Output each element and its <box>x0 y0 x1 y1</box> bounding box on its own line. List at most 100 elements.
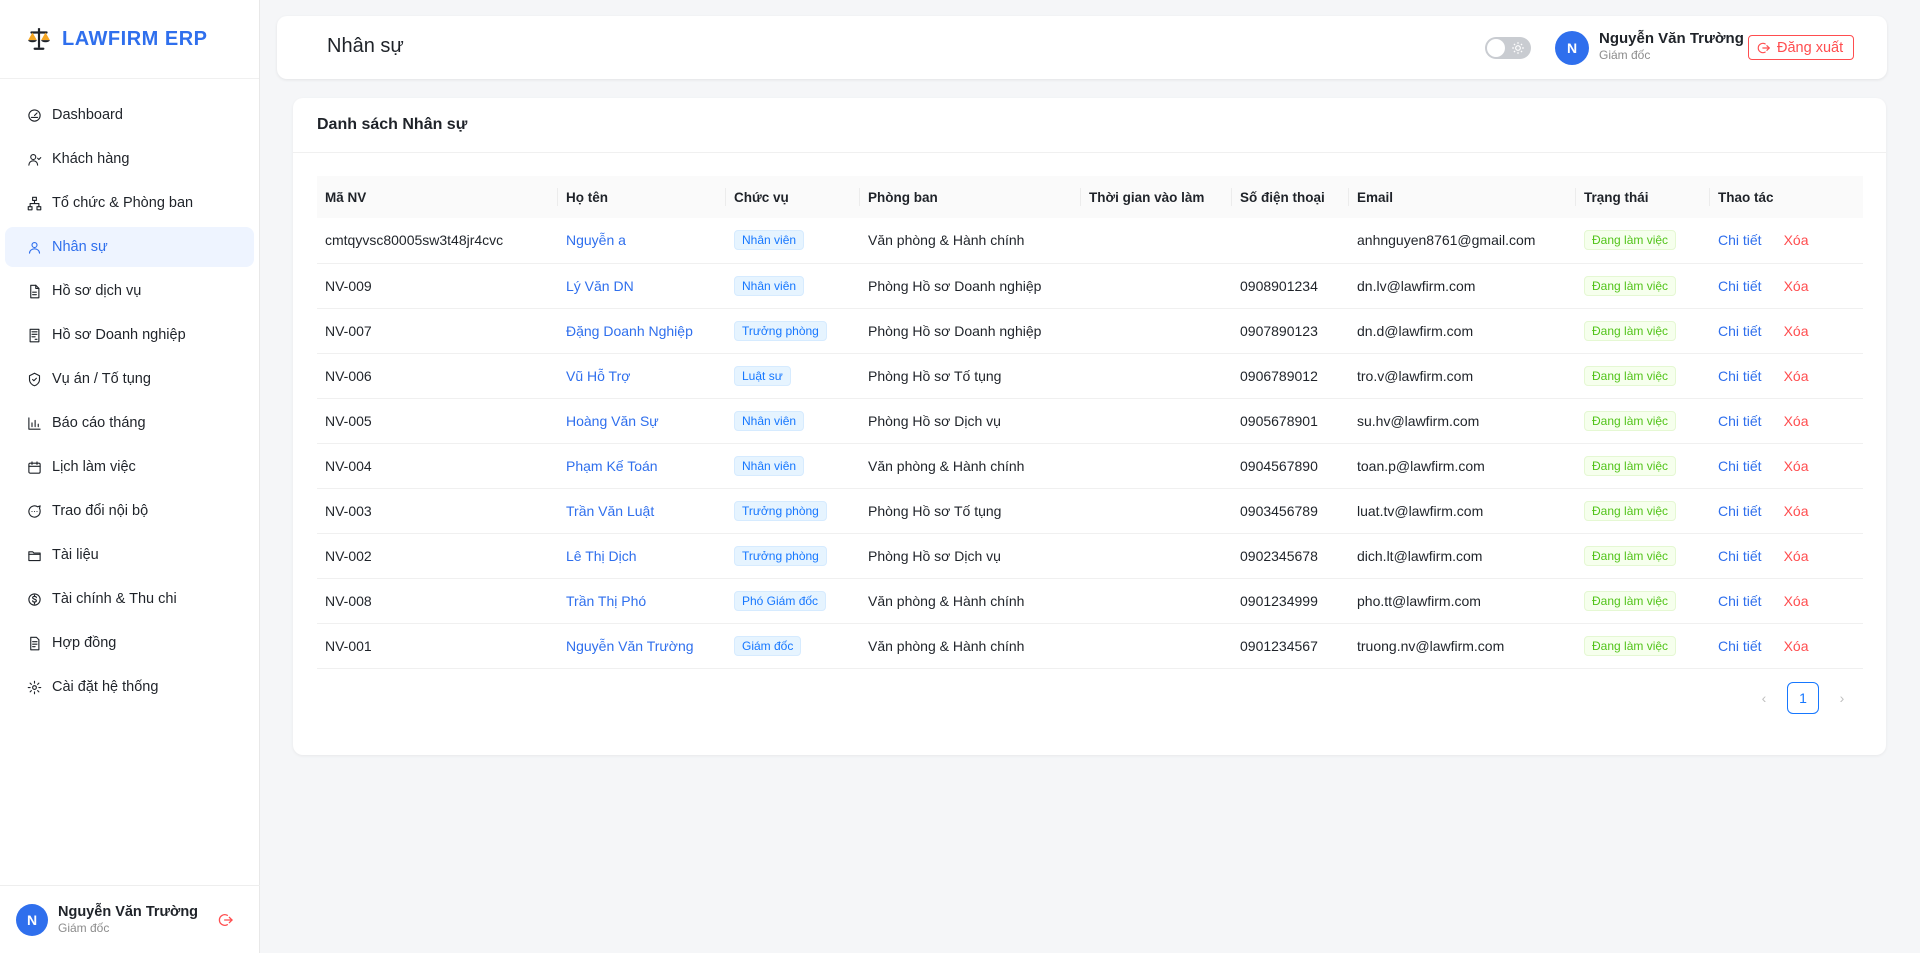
employee-name-link[interactable]: Trần Thị Phó <box>566 593 646 609</box>
start-date <box>1081 623 1232 668</box>
start-date <box>1081 218 1232 263</box>
column-header: Phòng ban <box>860 176 1081 218</box>
delete-link[interactable]: Xóa <box>1784 413 1809 429</box>
employee-name-link[interactable]: Trần Văn Luật <box>566 503 654 519</box>
delete-link[interactable]: Xóa <box>1784 278 1809 294</box>
sidebar-item[interactable]: Tài chính & Thu chi <box>5 579 254 619</box>
sidebar-item[interactable]: Lịch làm việc <box>5 447 254 487</box>
header-avatar[interactable]: N <box>1555 31 1589 65</box>
department: Phòng Hồ sơ Dịch vụ <box>868 547 1001 564</box>
sidebar-item-label: Khách hàng <box>52 151 130 167</box>
phone: 0904567890 <box>1240 457 1318 474</box>
delete-link[interactable]: Xóa <box>1784 593 1809 609</box>
employee-name-link[interactable]: Nguyễn Văn Trường <box>566 638 694 654</box>
header-user-role: Giám đốc <box>1599 48 1651 62</box>
column-header-label: Thời gian vào làm <box>1089 189 1205 205</box>
detail-link[interactable]: Chi tiết <box>1718 503 1762 519</box>
table-row: NV-004 Phạm Kế Toán Nhân viên Văn phòng & H… <box>317 443 1863 488</box>
detail-link[interactable]: Chi tiết <box>1718 413 1762 429</box>
sidebar-item[interactable]: Trao đổi nội bộ <box>5 491 254 531</box>
column-header-label: Mã NV <box>325 189 367 205</box>
employee-name-link[interactable]: Hoàng Văn Sự <box>566 413 659 429</box>
delete-link[interactable]: Xóa <box>1784 368 1809 384</box>
sidebar-item[interactable]: Khách hàng <box>5 139 254 179</box>
logout-icon[interactable] <box>218 912 234 928</box>
detail-link[interactable]: Chi tiết <box>1718 548 1762 564</box>
detail-link[interactable]: Chi tiết <box>1718 638 1762 654</box>
detail-link[interactable]: Chi tiết <box>1718 323 1762 339</box>
department: Phòng Hồ sơ Dịch vụ <box>868 412 1001 429</box>
email: su.hv@lawfirm.com <box>1357 412 1480 429</box>
detail-link[interactable]: Chi tiết <box>1718 593 1762 609</box>
email: dn.d@lawfirm.com <box>1357 322 1474 339</box>
dollar-icon <box>28 592 41 606</box>
delete-link[interactable]: Xóa <box>1784 548 1809 564</box>
sidebar-item[interactable]: Tổ chức & Phòng ban <box>5 183 254 223</box>
sidebar-item-label: Lịch làm việc <box>52 459 136 475</box>
sidebar-item[interactable]: Hồ sơ dịch vụ <box>5 271 254 311</box>
employee-name-link[interactable]: Nguyễn a <box>566 232 626 248</box>
page-number-button[interactable]: 1 <box>1787 682 1819 714</box>
status-badge: Đang làm việc <box>1584 545 1677 566</box>
position-tag: Trưởng phòng <box>734 545 827 566</box>
delete-link[interactable]: Xóa <box>1784 503 1809 519</box>
table-row: NV-009 Lý Văn DN Nhân viên Phòng Hồ sơ Doan… <box>317 263 1863 308</box>
employee-name-link[interactable]: Lê Thị Dịch <box>566 548 637 564</box>
email: dn.lv@lawfirm.com <box>1357 277 1476 294</box>
employee-name-link[interactable]: Phạm Kế Toán <box>566 458 658 474</box>
customers-icon <box>28 153 42 166</box>
position-tag: Nhân viên <box>734 410 805 431</box>
sidebar-item[interactable]: Dashboard <box>5 95 254 135</box>
sidebar-item[interactable]: Cài đặt hệ thống <box>5 667 254 707</box>
phone <box>1232 218 1349 263</box>
logout-button[interactable]: Đăng xuất <box>1748 35 1855 60</box>
email: anhnguyen8761@gmail.com <box>1357 232 1536 249</box>
employee-list-card: Danh sách Nhân sự Mã NV Họ tên Chức vụ Phòn… <box>293 98 1886 755</box>
pagination: ‹ 1 › <box>1749 682 1857 714</box>
theme-toggle[interactable] <box>1485 37 1531 59</box>
delete-link[interactable]: Xóa <box>1784 638 1809 654</box>
bar-chart-icon <box>28 416 41 430</box>
detail-link[interactable]: Chi tiết <box>1718 368 1762 384</box>
column-header-label: Phòng ban <box>868 189 938 205</box>
employee-id: NV-003 <box>325 502 372 519</box>
sidebar-item[interactable]: Báo cáo tháng <box>5 403 254 443</box>
sidebar-user-name: Nguyễn Văn Trường <box>58 904 199 920</box>
department: Phòng Hồ sơ Tố tụng <box>868 367 1002 384</box>
phone: 0901234567 <box>1240 637 1318 654</box>
detail-link[interactable]: Chi tiết <box>1718 278 1762 294</box>
position-tag: Trưởng phòng <box>734 320 827 341</box>
start-date <box>1081 398 1232 443</box>
status-badge: Đang làm việc <box>1584 230 1677 251</box>
prev-page-icon[interactable]: ‹ <box>1749 683 1779 713</box>
status-badge: Đang làm việc <box>1584 635 1677 656</box>
app-logo[interactable]: LAWFIRM ERP <box>0 0 259 79</box>
sidebar-item[interactable]: Tài liệu <box>5 535 254 575</box>
shield-icon <box>28 372 41 386</box>
delete-link[interactable]: Xóa <box>1784 232 1809 248</box>
sidebar-item[interactable]: Hồ sơ Doanh nghiệp <box>5 315 254 355</box>
dashboard-icon <box>28 108 41 122</box>
employee-id: NV-007 <box>325 322 372 339</box>
delete-link[interactable]: Xóa <box>1784 323 1809 339</box>
column-header: Email <box>1349 176 1576 218</box>
column-header: Trạng thái <box>1576 176 1710 218</box>
table-row: NV-006 Vũ Hỗ Trợ Luật sư Phòng Hồ sơ Tố tụn… <box>317 353 1863 398</box>
sidebar-item[interactable]: Nhân sự <box>5 227 254 267</box>
employee-name-link[interactable]: Vũ Hỗ Trợ <box>566 368 630 384</box>
detail-link[interactable]: Chi tiết <box>1718 458 1762 474</box>
employee-name-link[interactable]: Đặng Doanh Nghiệp <box>566 323 693 339</box>
employee-name-link[interactable]: Lý Văn DN <box>566 278 634 294</box>
toggle-knob <box>1487 39 1505 57</box>
avatar[interactable]: N <box>16 903 48 936</box>
next-page-icon[interactable]: › <box>1827 683 1857 713</box>
delete-link[interactable]: Xóa <box>1784 458 1809 474</box>
table-body: cmtqyvsc80005sw3t48jr4cvc Nguyễn a Nhân vi… <box>317 218 1863 668</box>
table-row: NV-008 Trần Thị Phó Phó Giám đốc Văn phòng … <box>317 578 1863 623</box>
employee-id: cmtqyvsc80005sw3t48jr4cvc <box>325 232 504 249</box>
sidebar-item[interactable]: Hợp đồng <box>5 623 254 663</box>
sidebar-item[interactable]: Vụ án / Tố tụng <box>5 359 254 399</box>
department: Văn phòng & Hành chính <box>868 232 1025 249</box>
detail-link[interactable]: Chi tiết <box>1718 232 1762 248</box>
sidebar-nav: Dashboard Khách hàng Tổ chức & Phòng ban Nh… <box>0 79 259 707</box>
